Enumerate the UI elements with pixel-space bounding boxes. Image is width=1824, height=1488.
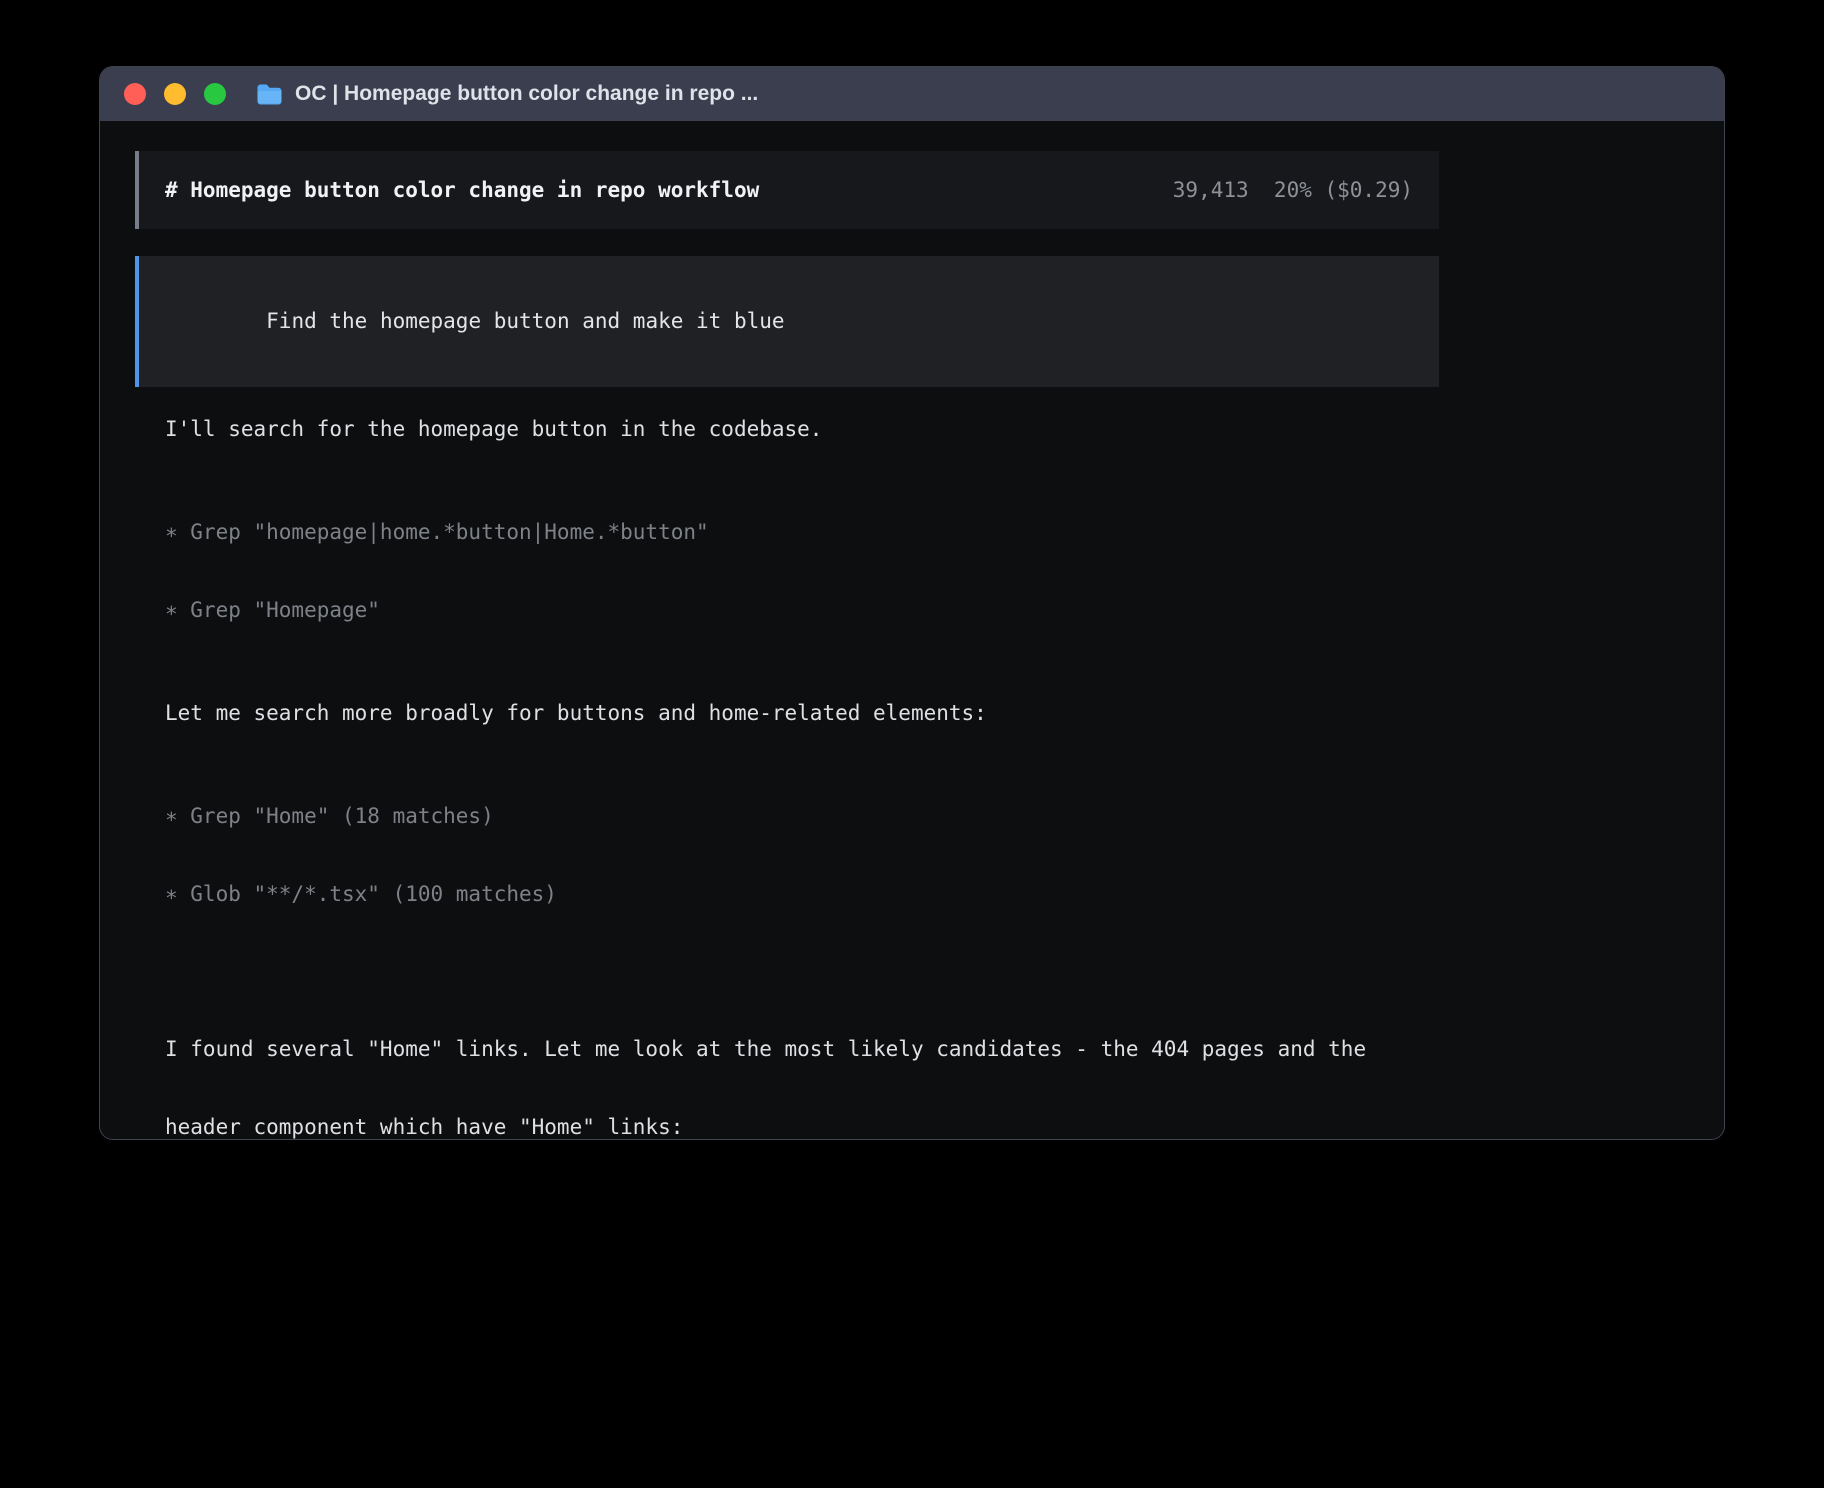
session-title: # Homepage button color change in repo w… — [165, 175, 759, 205]
tool-call-grep: ∗ Grep "Home" (18 matches) — [165, 803, 1439, 829]
window-title: OC | Homepage button color change in rep… — [295, 82, 758, 106]
tool-call-grep: ∗ Grep "homepage|home.*button|Home.*butt… — [165, 519, 1439, 545]
tool-call-glob: ∗ Glob "**/*.tsx" (100 matches) — [165, 881, 1439, 907]
assistant-transcript: I'll search for the homepage button in t… — [165, 416, 1439, 1140]
assistant-paragraph: Let me search more broadly for buttons a… — [165, 700, 1439, 726]
close-button[interactable] — [124, 83, 146, 105]
user-message-text: Find the homepage button and make it blu… — [266, 309, 784, 333]
tool-call-group: ∗ Grep "Home" (18 matches) ∗ Glob "**/*.… — [165, 751, 1439, 959]
user-message: Find the homepage button and make it blu… — [135, 256, 1439, 387]
traffic-lights — [124, 83, 226, 105]
session-stats: 39,413 20% ($0.29) — [1173, 175, 1413, 205]
assistant-paragraph-line: I found several "Home" links. Let me loo… — [165, 1036, 1439, 1062]
folder-icon — [256, 83, 283, 105]
titlebar[interactable]: OC | Homepage button color change in rep… — [100, 67, 1724, 121]
terminal-window: OC | Homepage button color change in rep… — [99, 66, 1725, 1140]
zoom-button[interactable] — [204, 83, 226, 105]
tool-call-grep: ∗ Grep "Homepage" — [165, 597, 1439, 623]
tool-call-group: ∗ Grep "homepage|home.*button|Home.*butt… — [165, 467, 1439, 675]
assistant-paragraph: I'll search for the homepage button in t… — [165, 416, 1439, 442]
assistant-paragraph: I found several "Home" links. Let me loo… — [165, 984, 1439, 1140]
session-header: # Homepage button color change in repo w… — [135, 151, 1439, 229]
assistant-paragraph-line: header component which have "Home" links… — [165, 1114, 1439, 1140]
minimize-button[interactable] — [164, 83, 186, 105]
